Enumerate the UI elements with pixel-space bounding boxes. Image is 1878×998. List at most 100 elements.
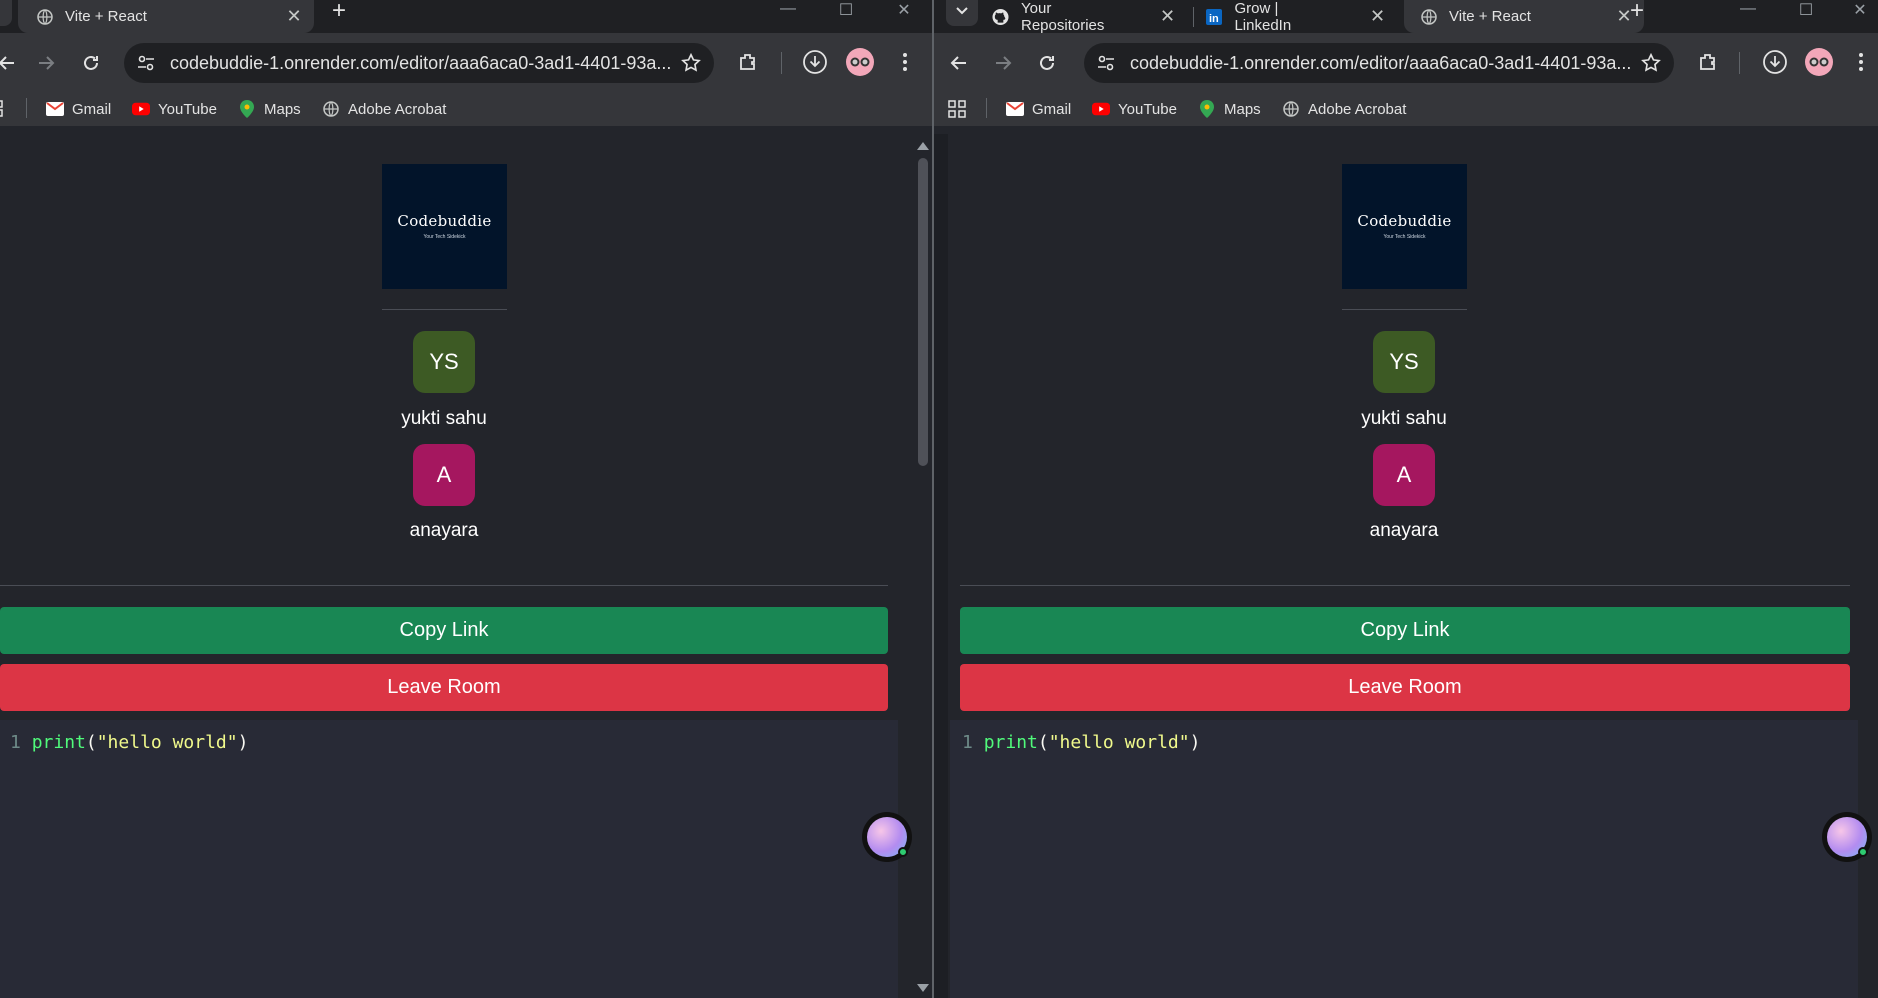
globe-icon [322, 100, 340, 118]
user-name: anayara [1369, 520, 1439, 541]
arrow-left-icon [0, 56, 14, 70]
bookmark-gmail[interactable]: Gmail [1006, 98, 1071, 120]
logo-title: Codebuddie [397, 212, 492, 230]
page-scrollbar[interactable] [912, 134, 932, 998]
bookmark-label: Maps [264, 100, 301, 118]
bookmark-star-icon[interactable] [680, 52, 702, 74]
tab-search-button[interactable] [946, 0, 978, 26]
back-button[interactable] [944, 48, 974, 78]
copy-link-button[interactable]: Copy Link [960, 607, 1850, 654]
close-icon[interactable]: ✕ [1160, 6, 1175, 27]
url-text: codebuddie-1.onrender.com/editor/aaa6aca… [1130, 53, 1632, 73]
codebuddie-logo: Codebuddie Your Tech Sidekick [382, 164, 507, 289]
avatar: YS [413, 331, 475, 393]
tab-linkedin[interactable]: in Grow | LinkedIn [1206, 0, 1336, 34]
window-close-button[interactable]: ✕ [884, 0, 924, 22]
tab-strip: Your Repositories ✕ in Grow | LinkedIn ✕… [934, 0, 1878, 34]
scrollbar-thumb[interactable] [918, 158, 928, 466]
bookmark-youtube[interactable]: YouTube [132, 98, 217, 120]
line-number: 1 [10, 732, 21, 753]
bookmark-maps[interactable]: Maps [238, 98, 301, 120]
close-icon[interactable]: ✕ [1370, 6, 1385, 27]
code-editor[interactable]: 1 print("hello world") [950, 720, 1858, 998]
minimize-button[interactable]: — [1728, 0, 1768, 22]
toolbar-divider [1739, 52, 1740, 74]
github-icon [992, 8, 1009, 25]
address-bar[interactable]: codebuddie-1.onrender.com/editor/aaa6aca… [1084, 43, 1674, 83]
bookmark-label: Gmail [72, 100, 112, 118]
bookmark-label: Adobe Acrobat [348, 100, 447, 118]
download-icon[interactable] [800, 47, 830, 77]
bookmark-label: Adobe Acrobat [1308, 100, 1407, 118]
profile-avatar[interactable] [1805, 48, 1833, 76]
code-editor[interactable]: 1 print("hello world") [0, 720, 898, 998]
globe-icon [1282, 100, 1300, 118]
linkedin-icon: in [1206, 8, 1223, 25]
menu-kebab-icon[interactable] [890, 47, 920, 77]
tab-search-button[interactable] [0, 0, 12, 26]
site-settings-icon[interactable] [136, 53, 156, 73]
online-status-dot [898, 847, 908, 857]
back-button[interactable] [0, 48, 22, 78]
avatar: A [1373, 444, 1435, 506]
reload-icon [1040, 55, 1054, 70]
logo-title: Codebuddie [1357, 212, 1452, 230]
maximize-button[interactable]: ☐ [826, 0, 866, 22]
new-tab-button[interactable]: + [1622, 0, 1652, 30]
site-settings-icon[interactable] [1096, 53, 1116, 73]
bookmark-youtube[interactable]: YouTube [1092, 98, 1177, 120]
copy-link-button[interactable]: Copy Link [0, 607, 888, 654]
browser-window-left: Vite + React ✕ + — ☐ ✕ codebuddie-1.onre… [0, 0, 932, 998]
apps-grid-icon[interactable] [0, 98, 10, 120]
address-bar[interactable]: codebuddie-1.onrender.com/editor/aaa6aca… [124, 43, 714, 83]
minimize-button[interactable]: — [768, 0, 808, 22]
bookmark-gmail[interactable]: Gmail [46, 98, 111, 120]
close-icon[interactable]: ✕ [284, 6, 304, 26]
extensions-icon[interactable] [1693, 47, 1723, 77]
arrow-right-icon [39, 56, 55, 70]
bookmark-divider [986, 98, 987, 118]
apps-grid-icon[interactable] [948, 98, 966, 120]
youtube-icon [1092, 100, 1110, 118]
tab-vite-react[interactable]: Vite + React ✕ [18, 0, 314, 33]
section-divider [0, 585, 888, 586]
forward-button[interactable] [31, 48, 61, 78]
youtube-icon [132, 100, 150, 118]
codebuddie-logo: Codebuddie Your Tech Sidekick [1342, 164, 1467, 289]
maps-icon [238, 100, 256, 118]
url-text: codebuddie-1.onrender.com/editor/aaa6aca… [170, 53, 672, 73]
maximize-button[interactable]: ☐ [1786, 0, 1826, 22]
tab-vite-react[interactable]: Vite + React ✕ [1404, 0, 1644, 33]
logo-tagline: Your Tech Sidekick [1383, 234, 1426, 240]
code-token-function: print [983, 732, 1038, 753]
browser-window-right: Your Repositories ✕ in Grow | LinkedIn ✕… [934, 0, 1878, 998]
scroll-up-icon[interactable] [917, 142, 929, 150]
leave-room-button[interactable]: Leave Room [960, 664, 1850, 711]
bookmark-divider [26, 98, 27, 118]
tab-strip: Vite + React ✕ + — ☐ ✕ [0, 0, 932, 33]
forward-button[interactable] [988, 48, 1018, 78]
leave-room-button[interactable]: Leave Room [0, 664, 888, 711]
arrow-right-icon [996, 56, 1012, 70]
chevron-down-icon [956, 7, 968, 15]
section-divider [960, 585, 1850, 586]
new-tab-button[interactable]: + [324, 0, 354, 30]
reload-button[interactable] [1032, 48, 1062, 78]
page-content: Codebuddie Your Tech Sidekick YS yukti s… [0, 134, 932, 998]
extensions-icon[interactable] [733, 47, 763, 77]
code-token-string: "hello world" [96, 732, 238, 753]
bookmark-maps[interactable]: Maps [1198, 98, 1261, 120]
profile-avatar[interactable] [846, 48, 874, 76]
line-number: 1 [962, 732, 973, 753]
assistant-bot-button[interactable] [1822, 812, 1872, 862]
bookmark-star-icon[interactable] [1640, 52, 1662, 74]
reload-button[interactable] [76, 48, 106, 78]
assistant-bot-button[interactable] [862, 812, 912, 862]
bookmark-adobe-acrobat[interactable]: Adobe Acrobat [1282, 98, 1406, 120]
scroll-down-icon[interactable] [917, 984, 929, 992]
download-icon[interactable] [1760, 47, 1790, 77]
menu-kebab-icon[interactable] [1846, 47, 1876, 77]
window-close-button[interactable]: ✕ [1840, 0, 1878, 22]
tab-your-repositories[interactable]: Your Repositories [992, 0, 1122, 34]
bookmark-adobe-acrobat[interactable]: Adobe Acrobat [322, 98, 446, 120]
